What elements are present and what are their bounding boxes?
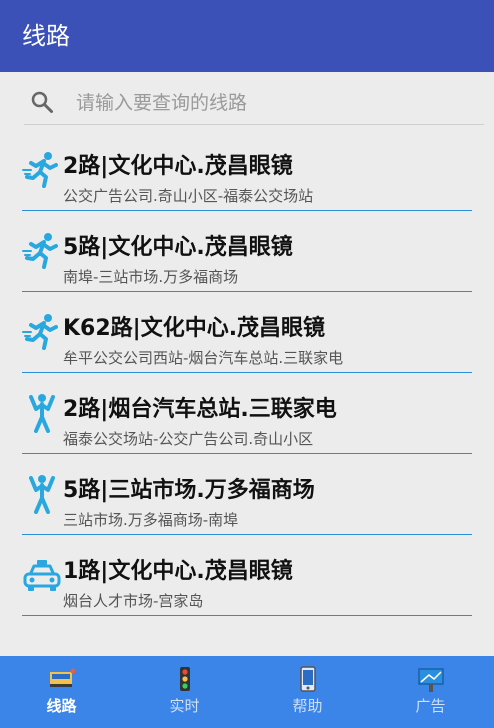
- runner-icon: [22, 152, 58, 188]
- standing-person-icon: [29, 394, 55, 433]
- route-title: 5路|文化中心.茂昌眼镜: [63, 235, 293, 260]
- list-item[interactable]: K62路|文化中心.茂昌眼镜 牟平公交公司西站-烟台汽车总站.三联家电: [0, 302, 494, 383]
- bus-route-icon: [50, 668, 76, 687]
- route-list: 2路|文化中心.茂昌眼镜 公交广告公司.奇山小区-福泰公交场站 5路|文化中心.…: [0, 140, 494, 626]
- tab-help[interactable]: 帮助: [246, 656, 369, 728]
- standing-person-icon: [29, 475, 55, 514]
- route-title: 1路|文化中心.茂昌眼镜: [63, 559, 293, 584]
- billboard-icon: [418, 668, 444, 692]
- list-item[interactable]: 5路|文化中心.茂昌眼镜 南埠-三站市场.万多福商场: [0, 221, 494, 302]
- route-stops: 牟平公交公司西站-烟台汽车总站.三联家电: [63, 349, 344, 367]
- row-divider: [22, 372, 472, 373]
- route-stops: 南埠-三站市场.万多福商场: [63, 268, 239, 286]
- list-item[interactable]: 5路|三站市场.万多福商场 三站市场.万多福商场-南埠: [0, 464, 494, 545]
- route-stops: 烟台人才市场-宫家岛: [63, 592, 204, 610]
- tab-routes[interactable]: 线路: [0, 656, 123, 728]
- row-divider: [22, 615, 472, 616]
- row-divider: [22, 210, 472, 211]
- list-item[interactable]: 2路|文化中心.茂昌眼镜 公交广告公司.奇山小区-福泰公交场站: [0, 140, 494, 221]
- search-icon: [31, 91, 53, 113]
- row-divider: [22, 453, 472, 454]
- row-divider: [22, 534, 472, 535]
- tab-label: 实时: [169, 697, 200, 715]
- route-title: K62路|文化中心.茂昌眼镜: [63, 316, 326, 341]
- tab-label: 线路: [46, 697, 77, 715]
- list-item[interactable]: 2路|烟台汽车总站.三联家电 福泰公交场站-公交广告公司.奇山小区: [0, 383, 494, 464]
- route-title: 2路|烟台汽车总站.三联家电: [63, 397, 337, 422]
- search-bar: [24, 80, 484, 125]
- list-item[interactable]: 1路|文化中心.茂昌眼镜 烟台人才市场-宫家岛: [0, 545, 494, 626]
- bottom-nav: 线路 实时 帮助 广告: [0, 656, 494, 728]
- route-stops: 福泰公交场站-公交广告公司.奇山小区: [63, 430, 314, 448]
- search-input[interactable]: [74, 86, 478, 120]
- route-title: 2路|文化中心.茂昌眼镜: [63, 154, 293, 179]
- row-divider: [22, 291, 472, 292]
- runner-icon: [22, 233, 58, 269]
- page-title: 线路: [22, 22, 70, 50]
- taxi-icon: [23, 560, 61, 591]
- tab-label: 帮助: [292, 697, 323, 715]
- route-stops: 三站市场.万多福商场-南埠: [63, 511, 239, 529]
- route-title: 5路|三站市场.万多福商场: [63, 478, 315, 503]
- tab-label: 广告: [415, 697, 446, 715]
- runner-icon: [22, 314, 58, 350]
- traffic-light-icon: [180, 667, 190, 691]
- phone-help-icon: [300, 666, 316, 692]
- app-bar: 线路: [0, 0, 494, 72]
- route-stops: 公交广告公司.奇山小区-福泰公交场站: [63, 187, 314, 205]
- tab-realtime[interactable]: 实时: [123, 656, 246, 728]
- tab-ads[interactable]: 广告: [369, 656, 492, 728]
